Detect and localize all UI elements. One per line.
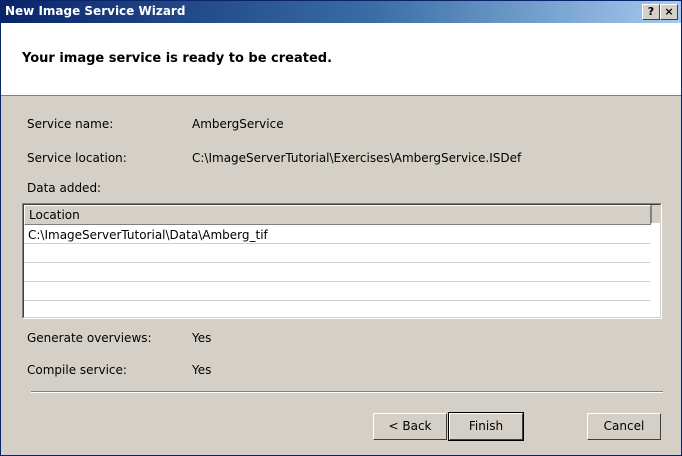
help-button[interactable]: ?	[642, 4, 660, 20]
data-added-grid[interactable]: Location C:\ImageServerTutorial\Data\Amb…	[22, 203, 662, 319]
service-location-label: Service location:	[27, 151, 127, 165]
compile-service-label: Compile service:	[27, 363, 127, 377]
header-heading: Your image service is ready to be create…	[22, 51, 333, 66]
data-added-label: Data added:	[27, 181, 102, 195]
column-header-filler	[651, 205, 661, 223]
generate-overviews-value: Yes	[192, 331, 212, 345]
cancel-button[interactable]: Cancel	[587, 413, 661, 440]
column-header-location[interactable]: Location	[24, 205, 651, 225]
button-separator-highlight	[31, 392, 663, 393]
row-divider	[24, 300, 650, 301]
compile-service-value: Yes	[192, 363, 212, 377]
window-title: New Image Service Wizard	[5, 4, 186, 18]
service-name-label: Service name:	[27, 117, 114, 131]
wizard-header: Your image service is ready to be create…	[1, 23, 681, 96]
service-name-value: AmbergService	[192, 117, 284, 131]
table-row[interactable]: C:\ImageServerTutorial\Data\Amberg_tif	[28, 228, 268, 242]
row-divider	[24, 281, 650, 282]
service-location-value: C:\ImageServerTutorial\Exercises\AmbergS…	[192, 151, 522, 165]
row-divider	[24, 262, 650, 263]
back-button[interactable]: < Back	[373, 413, 447, 440]
close-button[interactable]: ×	[660, 4, 678, 20]
title-bar[interactable]: New Image Service Wizard ? ×	[1, 1, 681, 23]
wizard-window: New Image Service Wizard ? × Your image …	[0, 0, 682, 456]
generate-overviews-label: Generate overviews:	[27, 331, 152, 345]
row-divider	[24, 243, 650, 244]
column-header-label: Location	[29, 208, 80, 222]
finish-button[interactable]: Finish	[448, 412, 524, 441]
